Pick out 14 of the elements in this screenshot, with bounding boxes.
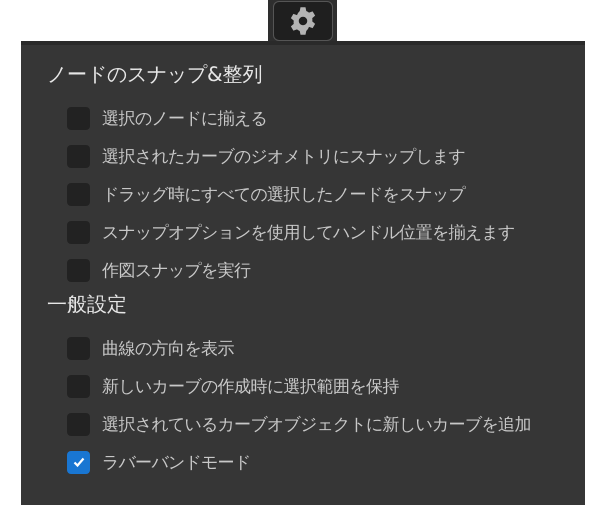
settings-button[interactable] [272, 1, 332, 41]
checkbox-option[interactable]: 曲線の方向を表示 [21, 329, 585, 367]
checkbox-option[interactable]: ドラッグ時にすべての選択したノードをスナップ [21, 175, 585, 213]
section-heading: 一般設定 [46, 291, 128, 318]
checkbox[interactable] [67, 450, 90, 474]
checkbox-option[interactable]: 新しいカーブの作成時に選択範囲を保持 [21, 367, 585, 405]
checkbox-option[interactable]: 選択のノードに揃える [21, 99, 585, 137]
checkbox-option[interactable]: スナップオプションを使用してハンドル位置を揃えます [21, 213, 585, 251]
check-icon [72, 455, 86, 469]
checkbox-option[interactable]: 選択されたカーブのジオメトリにスナップします [21, 137, 585, 175]
checkbox-option[interactable]: 作図スナップを実行 [21, 251, 585, 289]
checkbox-option[interactable]: ラバーバンドモード [21, 443, 585, 481]
section-heading: ノードのスナップ&整列 [46, 61, 264, 88]
checkbox-option[interactable]: 選択されているカーブオブジェクトに新しいカーブを追加 [21, 405, 585, 443]
